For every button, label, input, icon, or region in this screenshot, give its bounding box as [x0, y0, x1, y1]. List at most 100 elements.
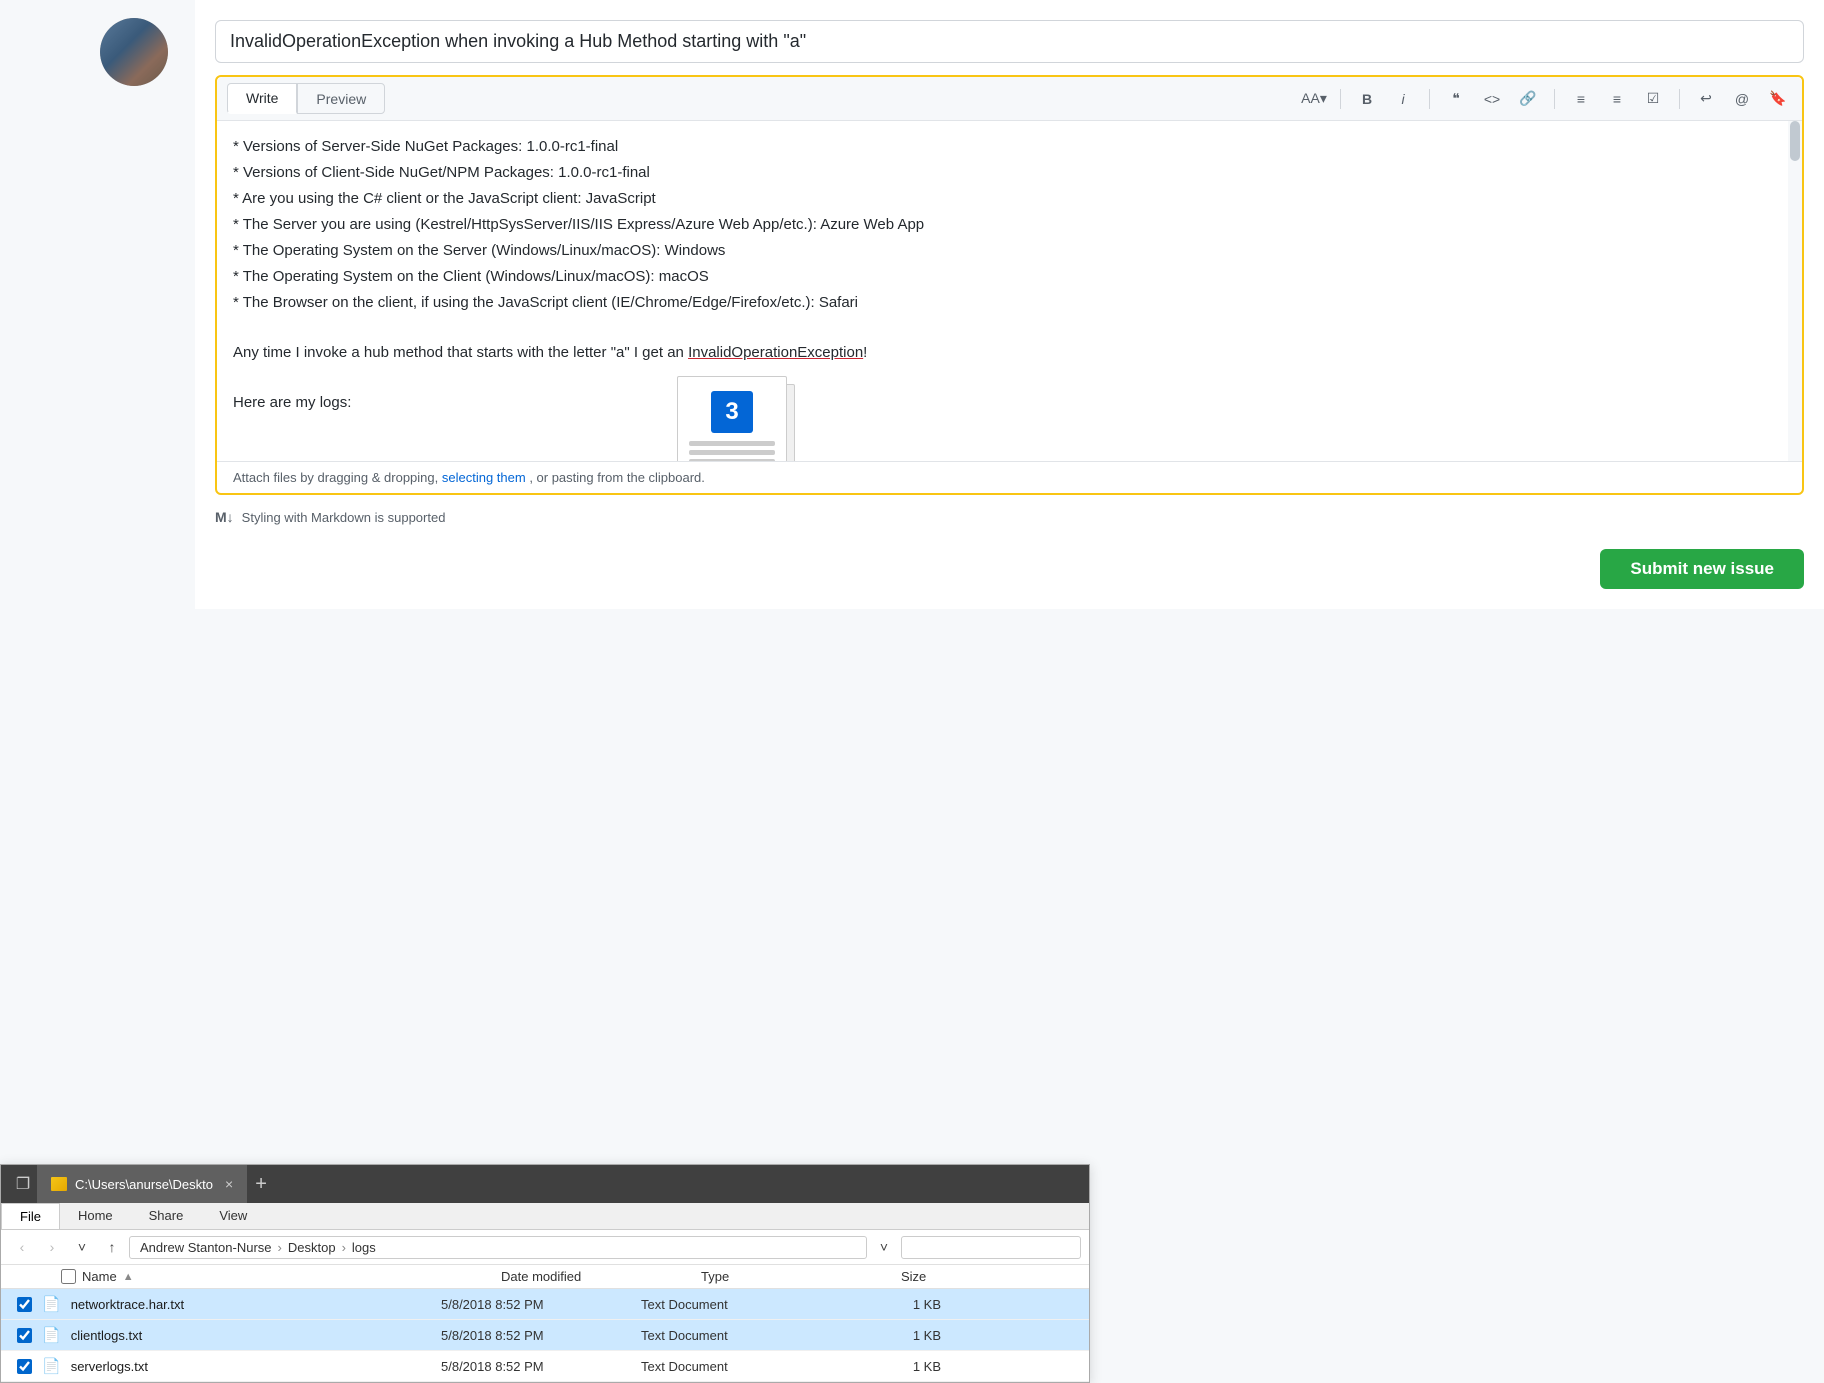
fe-date-3: 5/8/2018 8:52 PM: [441, 1359, 641, 1374]
col-header-type: Type: [701, 1269, 901, 1284]
markdown-icon: M↓: [215, 509, 234, 525]
fe-row-checkbox-2[interactable]: [17, 1328, 32, 1343]
issue-title-input[interactable]: [215, 20, 1804, 63]
file-count-badge: 3: [711, 391, 753, 433]
fe-size-3: 1 KB: [841, 1359, 961, 1374]
fe-nav-bar: ‹ › ˅ ↑ Andrew Stanton-Nurse › Desktop ›…: [1, 1230, 1089, 1265]
code-toolbar-btn[interactable]: <>: [1478, 85, 1506, 113]
fe-row-checkbox-3[interactable]: [17, 1359, 32, 1374]
fe-row-name-3: 📄 serverlogs.txt: [1, 1357, 441, 1375]
fe-tab-close-btn[interactable]: ×: [225, 1176, 233, 1192]
tab-preview[interactable]: Preview: [297, 83, 385, 114]
content-line-5: * The Operating System on the Server (Wi…: [233, 239, 1772, 263]
task-list-btn[interactable]: ☑: [1639, 85, 1667, 113]
content-line-6: * The Operating System on the Client (Wi…: [233, 265, 1772, 289]
selecting-them-link[interactable]: selecting them: [442, 470, 526, 485]
markdown-info: M↓ Styling with Markdown is supported: [215, 509, 1804, 539]
fe-ribbon-tab-home[interactable]: Home: [60, 1203, 131, 1229]
editor-container: Write Preview AA▾ B i ❝ <> 🔗 ≡ ≡ ☑ ↩ @ 🔖: [215, 75, 1804, 495]
fe-new-tab-btn[interactable]: +: [255, 1173, 267, 1196]
content-line-2: * Versions of Client-Side NuGet/NPM Pack…: [233, 161, 1772, 185]
breadcrumb-sep-1: ›: [278, 1240, 282, 1255]
fe-size-1: 1 KB: [841, 1297, 961, 1312]
fe-filename-1: networktrace.har.txt: [71, 1297, 184, 1312]
fe-type-3: Text Document: [641, 1359, 841, 1374]
fe-file-row-2[interactable]: 📄 clientlogs.txt 5/8/2018 8:52 PM Text D…: [1, 1320, 1089, 1351]
toolbar-separator-4: [1679, 89, 1680, 109]
fe-ribbon-tab-file[interactable]: File: [1, 1203, 60, 1229]
fe-file-row-1[interactable]: 📄 networktrace.har.txt 5/8/2018 8:52 PM …: [1, 1289, 1089, 1320]
content-logs: Here are my logs:: [233, 391, 1772, 415]
fe-search-input[interactable]: [901, 1236, 1081, 1259]
content-body1: Any time I invoke a hub method that star…: [233, 341, 1772, 365]
fe-nav-back-btn[interactable]: ‹: [9, 1234, 35, 1260]
fe-file-icon-2: 📄: [42, 1326, 61, 1344]
fe-active-tab[interactable]: C:\Users\anurse\Deskto ×: [37, 1165, 247, 1203]
editor-footer: Attach files by dragging & dropping, sel…: [217, 461, 1802, 493]
fe-row-name-2: 📄 clientlogs.txt: [1, 1326, 441, 1344]
fe-date-1: 5/8/2018 8:52 PM: [441, 1297, 641, 1312]
tab-write[interactable]: Write: [227, 83, 297, 114]
breadcrumb-item-2: Desktop: [288, 1240, 336, 1255]
fe-breadcrumb-dropdown-btn[interactable]: ˅: [871, 1234, 897, 1260]
col-header-date: Date modified: [501, 1269, 701, 1284]
content-line-4: * The Server you are using (Kestrel/Http…: [233, 213, 1772, 237]
content-line-1: * Versions of Server-Side NuGet Packages…: [233, 135, 1772, 159]
content-line-3: * Are you using the C# client or the Jav…: [233, 187, 1772, 211]
github-issue-area: Write Preview AA▾ B i ❝ <> 🔗 ≡ ≡ ☑ ↩ @ 🔖: [195, 0, 1824, 609]
toolbar-icons: AA▾ B i ❝ <> 🔗 ≡ ≡ ☑ ↩ @ 🔖: [1300, 85, 1792, 113]
fe-ribbon-tab-view[interactable]: View: [201, 1203, 265, 1229]
breadcrumb-sep-2: ›: [342, 1240, 346, 1255]
file-icon-front: 3: [677, 376, 787, 461]
body-text-1: Any time I invoke a hub method that star…: [233, 344, 688, 361]
reference-btn[interactable]: 🔖: [1764, 85, 1792, 113]
fe-ribbon-tabs: File Home Share View: [1, 1203, 1089, 1229]
toolbar-separator-3: [1554, 89, 1555, 109]
file-line-1: [689, 441, 775, 446]
breadcrumb-item-3: logs: [352, 1240, 376, 1255]
editor-scrollbar[interactable]: [1788, 121, 1802, 461]
unordered-list-btn[interactable]: ≡: [1567, 85, 1595, 113]
toolbar-separator-2: [1429, 89, 1430, 109]
col-header-size: Size: [901, 1269, 1021, 1284]
file-line-2: [689, 450, 775, 455]
fe-tab-label: C:\Users\anurse\Deskto: [75, 1177, 213, 1192]
reply-btn[interactable]: ↩: [1692, 85, 1720, 113]
breadcrumb-item-1: Andrew Stanton-Nurse: [140, 1240, 272, 1255]
heading-toolbar-btn[interactable]: AA▾: [1300, 85, 1328, 113]
quote-toolbar-btn[interactable]: ❝: [1442, 85, 1470, 113]
fe-row-checkbox-1[interactable]: [17, 1297, 32, 1312]
ordered-list-btn[interactable]: ≡: [1603, 85, 1631, 113]
footer-text-2: , or pasting from the clipboard.: [529, 470, 705, 485]
editor-tabs: Write Preview: [227, 83, 385, 114]
fe-file-icon-1: 📄: [42, 1295, 61, 1313]
mention-btn[interactable]: @: [1728, 85, 1756, 113]
fe-ribbon-tab-share[interactable]: Share: [131, 1203, 202, 1229]
file-lines: [689, 441, 775, 461]
italic-toolbar-btn[interactable]: i: [1389, 85, 1417, 113]
fe-nav-forward-btn[interactable]: ›: [39, 1234, 65, 1260]
copy-popup: 3 + Copy: [677, 376, 822, 461]
fe-col-name[interactable]: Name ▲: [61, 1269, 501, 1284]
fe-titlebar: ❐ C:\Users\anurse\Deskto × +: [1, 1165, 1089, 1203]
submit-button[interactable]: Submit new issue: [1600, 549, 1804, 589]
fe-select-all-checkbox[interactable]: [61, 1269, 76, 1284]
fe-filename-2: clientlogs.txt: [71, 1328, 143, 1343]
fe-size-2: 1 KB: [841, 1328, 961, 1343]
fe-date-2: 5/8/2018 8:52 PM: [441, 1328, 641, 1343]
fe-breadcrumb: Andrew Stanton-Nurse › Desktop › logs: [129, 1236, 867, 1259]
bold-toolbar-btn[interactable]: B: [1353, 85, 1381, 113]
fe-filename-3: serverlogs.txt: [71, 1359, 148, 1374]
fe-nav-up-btn[interactable]: ↑: [99, 1234, 125, 1260]
toolbar-separator-1: [1340, 89, 1341, 109]
fe-ribbon: File Home Share View: [1, 1203, 1089, 1230]
exception-text: InvalidOperationException: [688, 344, 863, 361]
fe-file-row-3[interactable]: 📄 serverlogs.txt 5/8/2018 8:52 PM Text D…: [1, 1351, 1089, 1382]
link-toolbar-btn[interactable]: 🔗: [1514, 85, 1542, 113]
submit-row: Submit new issue: [215, 549, 1804, 609]
markdown-label: Styling with Markdown is supported: [242, 510, 446, 525]
editor-body[interactable]: * Versions of Server-Side NuGet Packages…: [217, 121, 1802, 461]
fe-nav-up-dropdown-btn[interactable]: ˅: [69, 1234, 95, 1260]
avatar: [100, 18, 168, 86]
fe-column-header: Name ▲ Date modified Type Size: [1, 1265, 1089, 1289]
